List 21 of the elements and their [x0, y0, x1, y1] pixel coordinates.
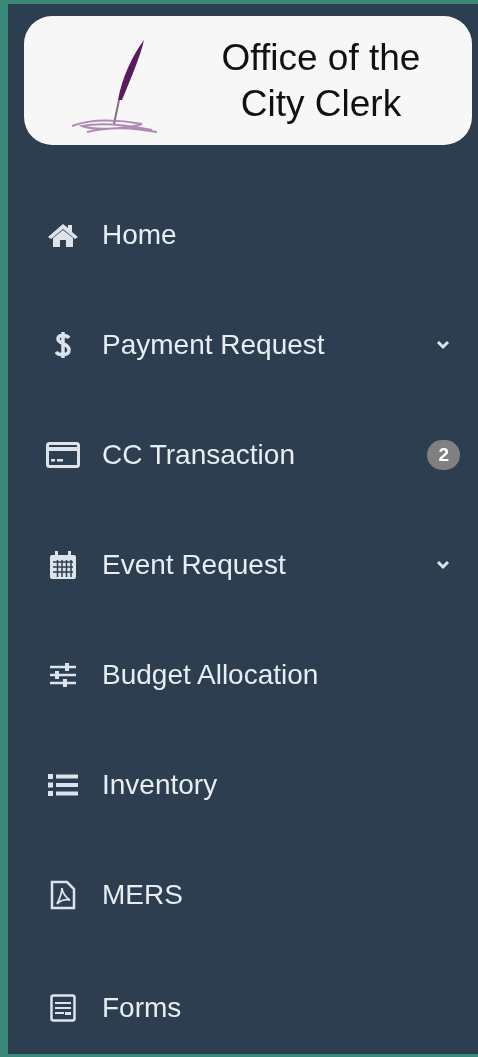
count-badge: 2: [427, 440, 460, 470]
logo-title: Office of the City Clerk: [220, 35, 422, 126]
menu-item[interactable]: CC Transaction 2: [8, 400, 478, 510]
menu-item[interactable]: Payment Request: [8, 290, 478, 400]
menu-item[interactable]: Home: [8, 180, 478, 290]
menu-label: MERS: [102, 879, 184, 911]
menu-label: Home: [102, 219, 178, 251]
menu-item[interactable]: Budget Allocation: [8, 620, 478, 730]
menu-label: Forms: [102, 992, 183, 1024]
menu-label: CC Transaction: [102, 439, 296, 471]
list-icon: [46, 773, 80, 797]
menu-label: Inventory: [102, 769, 219, 801]
menu-item[interactable]: Event Request: [8, 510, 478, 620]
menu-label: Payment Request: [102, 329, 326, 361]
home-icon: [46, 222, 80, 248]
menu-item[interactable]: MERS: [8, 840, 478, 950]
menu-label: Event Request: [102, 549, 287, 581]
menu-label: Budget Allocation: [102, 659, 320, 691]
menu-item[interactable]: Inventory: [8, 730, 478, 840]
menu-item[interactable]: Forms: [8, 950, 478, 1054]
credit-card-icon: [46, 442, 80, 468]
